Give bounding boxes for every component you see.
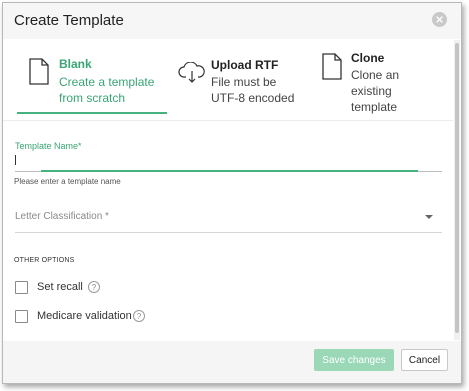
template-name-input[interactable] xyxy=(15,151,442,171)
option-clone-title: Clone xyxy=(351,51,385,65)
medicare-validation-checkbox[interactable] xyxy=(15,310,28,323)
cancel-button[interactable]: Cancel xyxy=(401,349,448,371)
option-blank[interactable]: Blank Create a template from scratch xyxy=(3,40,168,114)
option-upload-title: Upload RTF xyxy=(211,58,279,72)
cloud-upload-icon xyxy=(178,62,205,83)
other-options-title: OTHER OPTIONS xyxy=(14,257,75,264)
save-changes-button[interactable]: Save changes xyxy=(314,349,394,371)
close-icon xyxy=(436,16,443,23)
letter-classification-underline xyxy=(15,232,442,233)
dialog-title: Create Template xyxy=(14,12,124,29)
close-button[interactable] xyxy=(432,12,447,27)
set-recall-help-icon[interactable]: ? xyxy=(88,281,100,293)
document-icon xyxy=(29,58,49,85)
dropdown-arrow-icon[interactable] xyxy=(425,215,433,219)
set-recall-label: Set recall xyxy=(37,281,83,293)
options-divider xyxy=(3,120,453,121)
scrollbar-thumb[interactable] xyxy=(455,43,459,333)
option-clone[interactable]: Clone Clone an existing template xyxy=(315,40,453,114)
option-blank-title: Blank xyxy=(59,57,92,71)
option-upload-desc: File must be UTF-8 encoded xyxy=(211,75,295,105)
dialog-header: Create Template xyxy=(3,3,461,39)
selected-option-indicator xyxy=(17,112,167,114)
template-name-focus-underline xyxy=(41,170,418,172)
letter-classification-label: Letter Classification * xyxy=(15,211,109,222)
option-clone-desc: Clone an existing template xyxy=(351,68,400,114)
template-name-label: Template Name* xyxy=(15,141,82,151)
text-cursor xyxy=(15,155,16,165)
create-template-dialog: Create Template Blank Create a template … xyxy=(2,2,462,384)
medicare-validation-label: Medicare validation xyxy=(37,310,132,322)
option-upload-rtf[interactable]: Upload RTF File must be UTF-8 encoded xyxy=(173,40,313,114)
set-recall-checkbox[interactable] xyxy=(15,281,28,294)
document-icon xyxy=(322,53,342,80)
option-blank-desc: Create a template from scratch xyxy=(59,75,155,105)
template-name-helper: Please enter a template name xyxy=(14,177,121,186)
medicare-validation-help-icon[interactable]: ? xyxy=(133,310,145,322)
